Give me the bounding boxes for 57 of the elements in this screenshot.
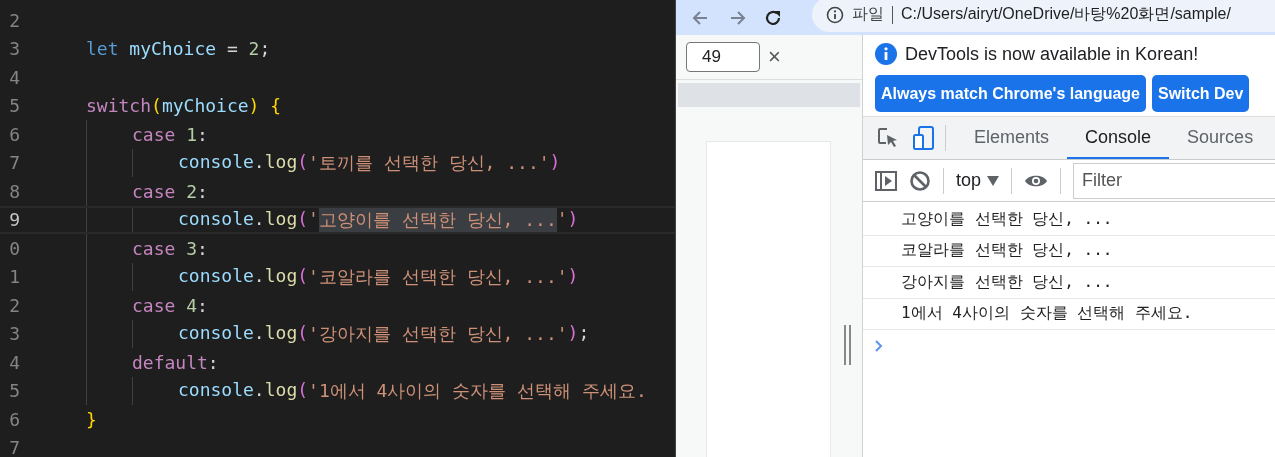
- back-arrow-icon[interactable]: [692, 8, 710, 27]
- device-toolbar-icon[interactable]: [913, 126, 935, 150]
- code-line: let myChoice = 2;: [86, 38, 271, 60]
- infobar-button[interactable]: Always match Chrome's language: [875, 75, 1146, 112]
- reload-icon[interactable]: [764, 8, 782, 27]
- number-input[interactable]: 49: [686, 42, 760, 72]
- line-number: 3: [8, 38, 21, 60]
- console-message: 코알라를 선택한 당신, ...: [863, 235, 1275, 267]
- devtools-tab[interactable]: Sources: [1169, 117, 1272, 159]
- line-number: 5: [8, 380, 21, 402]
- line-number: 8: [8, 180, 21, 202]
- code-line: console.log('코알라를 선택한 당신, ...'): [178, 264, 579, 289]
- prompt-chevron-icon[interactable]: [875, 340, 883, 352]
- code-line: console.log('1에서 4사이의 숫자를 선택해 주세요.: [178, 378, 647, 403]
- code-line: console.log('토끼를 선택한 당신, ...'): [178, 150, 561, 175]
- forward-arrow-icon[interactable]: [728, 8, 746, 27]
- devtools-tab[interactable]: Console: [1067, 117, 1170, 159]
- code-line: case 1:: [132, 123, 208, 145]
- code-line: case 2:: [132, 180, 208, 202]
- line-number: 2: [8, 9, 21, 31]
- line-number: 6: [8, 408, 21, 430]
- address-bar[interactable]: 파일 C:/Users/airyt/OneDrive/바탕%20화면/sample/: [812, 0, 1275, 32]
- code-line: }: [86, 408, 97, 430]
- code-line: case 3:: [132, 237, 208, 259]
- line-number: 4: [8, 351, 21, 373]
- info-icon: [875, 43, 897, 65]
- filter-field[interactable]: Filter: [1073, 162, 1275, 199]
- infobar-message: DevTools is now available in Korean!: [905, 43, 1199, 65]
- line-number: 3: [8, 323, 21, 345]
- line-number: 7: [8, 152, 21, 174]
- console-message: 강아지를 선택한 당신, ...: [863, 267, 1275, 299]
- url-text: C:/Users/airyt/OneDrive/바탕%20화면/sample/: [901, 4, 1231, 24]
- console-message: 고양이를 선택한 당신, ...: [863, 204, 1275, 236]
- code-line: switch(myChoice) {: [86, 95, 282, 117]
- code-line: case 4:: [132, 294, 208, 316]
- context-selector[interactable]: top: [956, 170, 1000, 191]
- line-number: 9: [8, 209, 21, 231]
- info-icon[interactable]: [826, 5, 844, 24]
- inspect-icon[interactable]: [877, 127, 899, 149]
- caret-icon: [987, 175, 1000, 186]
- close-icon[interactable]: ×: [768, 44, 781, 70]
- infobar-button[interactable]: Switch Dev: [1152, 75, 1250, 112]
- code-line: default:: [132, 351, 219, 373]
- clear-console-icon[interactable]: [909, 169, 931, 192]
- sidebar-toggle-icon[interactable]: [875, 170, 897, 191]
- line-number: 7: [8, 437, 21, 457]
- line-number: 4: [8, 66, 21, 88]
- line-number: 6: [8, 123, 21, 145]
- line-number: 2: [8, 294, 21, 316]
- scheme-label: 파일: [852, 4, 884, 24]
- console-message: 1에서 4사이의 숫자를 선택해 주세요.: [863, 298, 1275, 330]
- line-number: 5: [8, 95, 21, 117]
- devtools-tab[interactable]: Elements: [956, 117, 1068, 159]
- resize-handle-icon[interactable]: [843, 325, 852, 365]
- line-number: 0: [8, 237, 21, 259]
- code-line: console.log('강아지를 선택한 당신, ...');: [178, 321, 590, 346]
- line-number: 1: [8, 266, 21, 288]
